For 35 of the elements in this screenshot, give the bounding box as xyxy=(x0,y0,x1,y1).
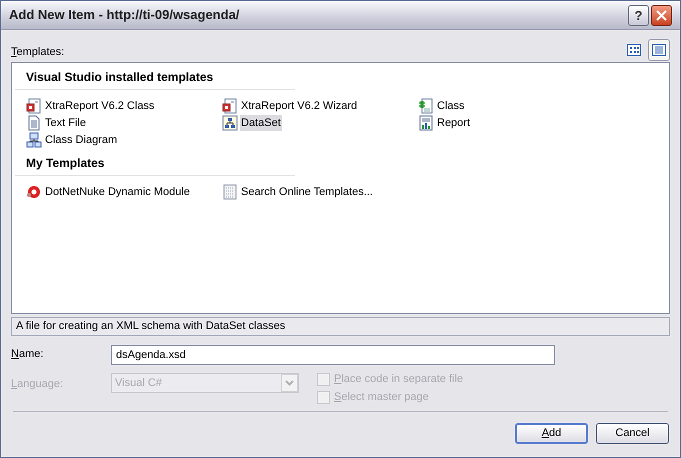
dialog-button[interactable]: Add xyxy=(515,423,588,444)
view-toggle-button[interactable] xyxy=(648,39,670,61)
diagram-icon xyxy=(26,132,42,148)
description-bar: A file for creating an XML schema with DataSet classes xyxy=(11,317,670,336)
window-title: Add New Item - http://ti-09/wsagenda/ xyxy=(9,6,240,24)
help-button[interactable]: ? xyxy=(628,4,649,26)
checkbox-label: Select master page xyxy=(334,390,429,405)
language-label: Language: xyxy=(11,377,64,392)
group-header: My Templates xyxy=(15,154,295,176)
template-item[interactable]: XtraReport V6.2 Wizard xyxy=(240,98,358,114)
web-page-icon xyxy=(222,184,238,200)
report-document-icon xyxy=(222,98,238,114)
code-file-icon xyxy=(418,98,434,114)
report-chart-icon xyxy=(418,115,434,131)
grid-view-icon xyxy=(627,44,641,56)
template-item[interactable]: Search Online Templates... xyxy=(240,184,374,200)
group-header: Visual Studio installed templates xyxy=(15,68,295,90)
name-label: Name: xyxy=(11,347,44,362)
text-document-icon xyxy=(26,115,42,131)
template-item[interactable]: Report xyxy=(436,114,472,132)
name-field[interactable]: dsAgenda.xsd xyxy=(111,344,555,364)
template-item[interactable]: Text File xyxy=(44,114,87,132)
list-view-icon xyxy=(652,44,666,56)
template-item[interactable]: Class Diagram xyxy=(44,132,118,148)
template-item[interactable]: XtraReport V6.2 Class xyxy=(44,98,156,114)
template-item[interactable]: DataSet xyxy=(240,114,282,132)
close-icon xyxy=(656,10,667,20)
template-item[interactable]: Class xyxy=(436,98,466,114)
checkbox-label: Place code in separate file xyxy=(334,372,464,387)
templates-label: Templates: xyxy=(11,44,64,60)
table-tree-icon xyxy=(222,115,238,131)
template-item[interactable]: DotNetNuke Dynamic Module xyxy=(44,184,191,200)
dialog-button[interactable]: Cancel xyxy=(596,423,669,444)
close-button[interactable] xyxy=(651,4,672,26)
report-document-icon xyxy=(26,98,42,114)
